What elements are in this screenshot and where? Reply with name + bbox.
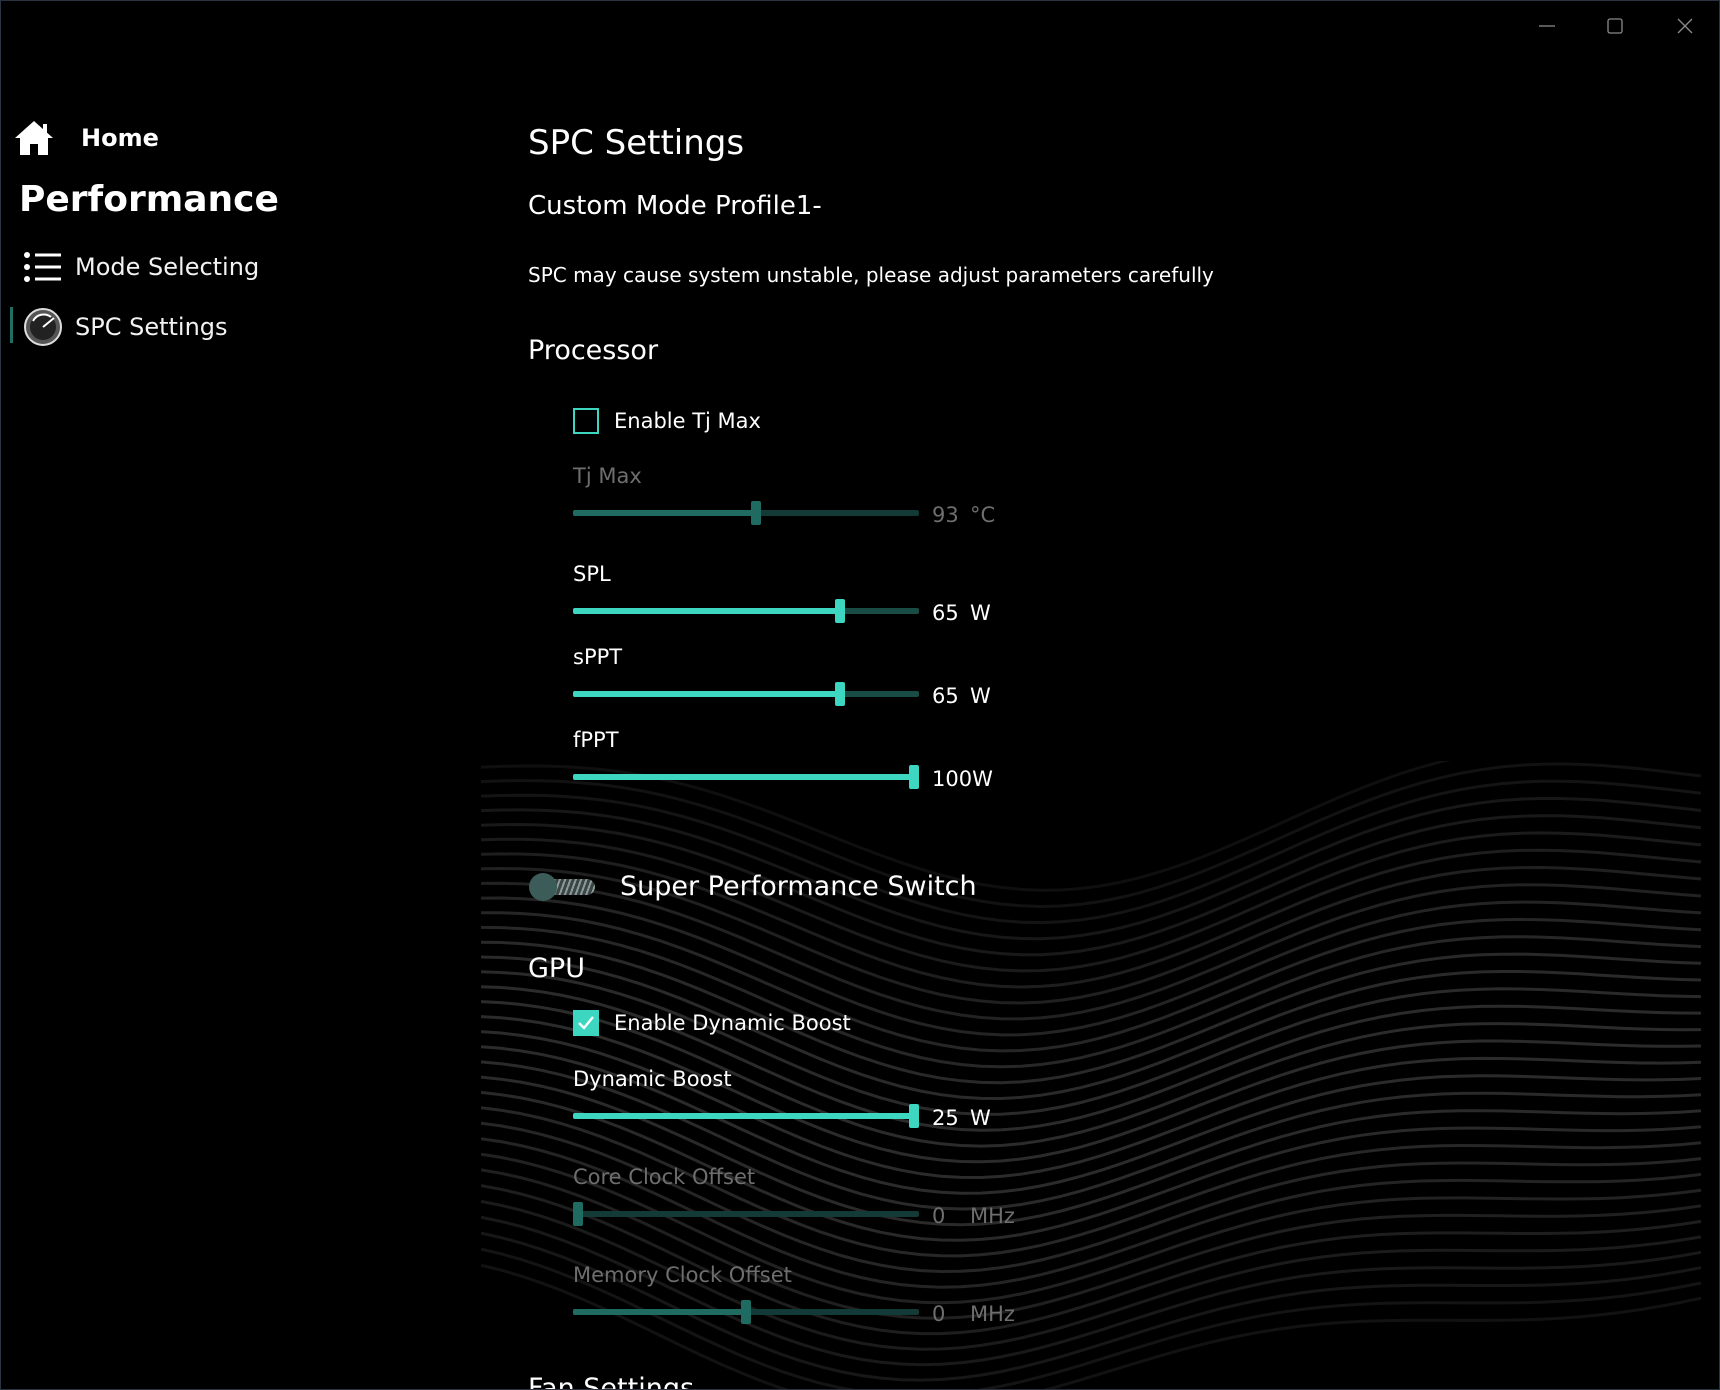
slider-value-number: 0: [932, 1204, 946, 1228]
sidebar-item-label: SPC Settings: [75, 313, 228, 341]
sidebar-item-label: Mode Selecting: [75, 253, 260, 281]
dynamic-boost-slider[interactable]: [573, 1104, 919, 1128]
slider-thumb[interactable]: [909, 1104, 919, 1128]
core-clock-offset-label: Core Clock Offset: [573, 1165, 756, 1189]
sidebar-item-mode-selecting[interactable]: Mode Selecting: [23, 251, 259, 283]
page-title: SPC Settings: [528, 123, 745, 163]
sidebar-item-spc-settings[interactable]: SPC Settings: [23, 307, 228, 347]
list-icon: [24, 252, 61, 282]
slider-value-unit: W: [970, 601, 991, 625]
core-clock-offset-value: 0 MHz: [932, 1204, 1015, 1228]
slider-track: [573, 1211, 919, 1217]
wave-line: [481, 925, 1702, 1069]
fppt-value: 100 W: [932, 767, 993, 791]
checkbox-box: [573, 408, 599, 434]
slider-value-number: 93: [932, 503, 959, 527]
tjmax-slider[interactable]: [573, 501, 919, 525]
sidebar-item-home[interactable]: Home: [13, 119, 159, 157]
close-button[interactable]: [1661, 11, 1709, 41]
core-clock-offset-slider[interactable]: [573, 1202, 919, 1226]
slider-value-unit: W: [970, 1106, 991, 1130]
maximize-button[interactable]: [1591, 11, 1639, 41]
spl-label: SPL: [573, 562, 611, 586]
fppt-slider[interactable]: [573, 765, 919, 789]
super-performance-label: Super Performance Switch: [620, 871, 977, 902]
checkmark-icon: [578, 1016, 594, 1030]
app-window: Home Performance Mode Selecting SPC Sett…: [0, 0, 1720, 1390]
gpu-heading: GPU: [528, 953, 585, 984]
processor-heading: Processor: [528, 335, 659, 366]
minimize-icon: [1539, 25, 1555, 27]
gauge-icon: [24, 308, 62, 346]
wave-line: [481, 881, 1702, 1021]
enable-tjmax-checkbox[interactable]: Enable Tj Max: [573, 408, 761, 434]
profile-name: Custom Mode Profile1-: [528, 191, 822, 221]
sidebar-section-title: Performance: [19, 179, 279, 220]
maximize-icon: [1607, 18, 1623, 34]
memory-clock-offset-label: Memory Clock Offset: [573, 1263, 792, 1287]
fppt-label: fPPT: [573, 728, 619, 752]
slider-value-number: 65: [932, 601, 959, 625]
slider-value-unit: MHz: [970, 1204, 1015, 1228]
slider-value-number: 25: [932, 1106, 959, 1130]
minimize-button[interactable]: [1523, 11, 1571, 41]
wave-line: [481, 1215, 1702, 1367]
close-icon: [1677, 18, 1693, 34]
slider-fill: [573, 608, 840, 614]
fan-settings-heading: Fan Settings: [528, 1373, 695, 1390]
slider-fill: [573, 510, 756, 516]
slider-value-number: 65: [932, 684, 959, 708]
slider-value-unit: MHz: [970, 1302, 1015, 1326]
warning-text: SPC may cause system unstable, please ad…: [528, 263, 1214, 287]
slider-fill: [573, 1113, 914, 1119]
slider-fill: [573, 691, 840, 697]
sppt-slider[interactable]: [573, 682, 919, 706]
toggle-switch[interactable]: [529, 872, 597, 901]
enable-tjmax-label: Enable Tj Max: [614, 409, 761, 433]
enable-dynamic-boost-label: Enable Dynamic Boost: [614, 1011, 851, 1035]
slider-thumb[interactable]: [835, 599, 845, 623]
enable-dynamic-boost-checkbox[interactable]: Enable Dynamic Boost: [573, 1010, 851, 1036]
memory-clock-offset-value: 0 MHz: [932, 1302, 1015, 1326]
slider-value-number: 100: [932, 767, 973, 791]
slider-fill: [573, 774, 914, 780]
sidebar-home-label: Home: [81, 124, 159, 152]
home-icon: [15, 121, 53, 155]
spl-value: 65 W: [932, 601, 991, 625]
wave-line: [481, 1121, 1702, 1274]
slider-value-number: 0: [932, 1302, 946, 1326]
wave-line: [481, 1168, 1702, 1320]
wave-line: [481, 797, 1702, 941]
toggle-knob: [529, 872, 557, 901]
super-performance-toggle[interactable]: Super Performance Switch: [529, 871, 977, 902]
dynamic-boost-value: 25 W: [932, 1106, 991, 1130]
tjmax-value: 93 °C: [932, 503, 995, 527]
tjmax-label: Tj Max: [573, 464, 642, 488]
slider-thumb[interactable]: [741, 1300, 751, 1324]
slider-thumb[interactable]: [751, 501, 761, 525]
slider-fill: [573, 1309, 746, 1315]
dynamic-boost-label: Dynamic Boost: [573, 1067, 732, 1091]
spl-slider[interactable]: [573, 599, 919, 623]
sppt-label: sPPT: [573, 645, 623, 669]
slider-thumb[interactable]: [835, 682, 845, 706]
slider-value-unit: W: [972, 767, 993, 791]
slider-thumb[interactable]: [573, 1202, 583, 1226]
slider-thumb[interactable]: [909, 765, 919, 789]
memory-clock-offset-slider[interactable]: [573, 1300, 919, 1324]
sppt-value: 65 W: [932, 684, 991, 708]
sidebar-selection-indicator: [10, 307, 13, 343]
wave-line: [481, 970, 1702, 1116]
slider-value-unit: °C: [970, 503, 996, 527]
checkbox-box: [573, 1010, 599, 1036]
slider-value-unit: W: [970, 684, 991, 708]
